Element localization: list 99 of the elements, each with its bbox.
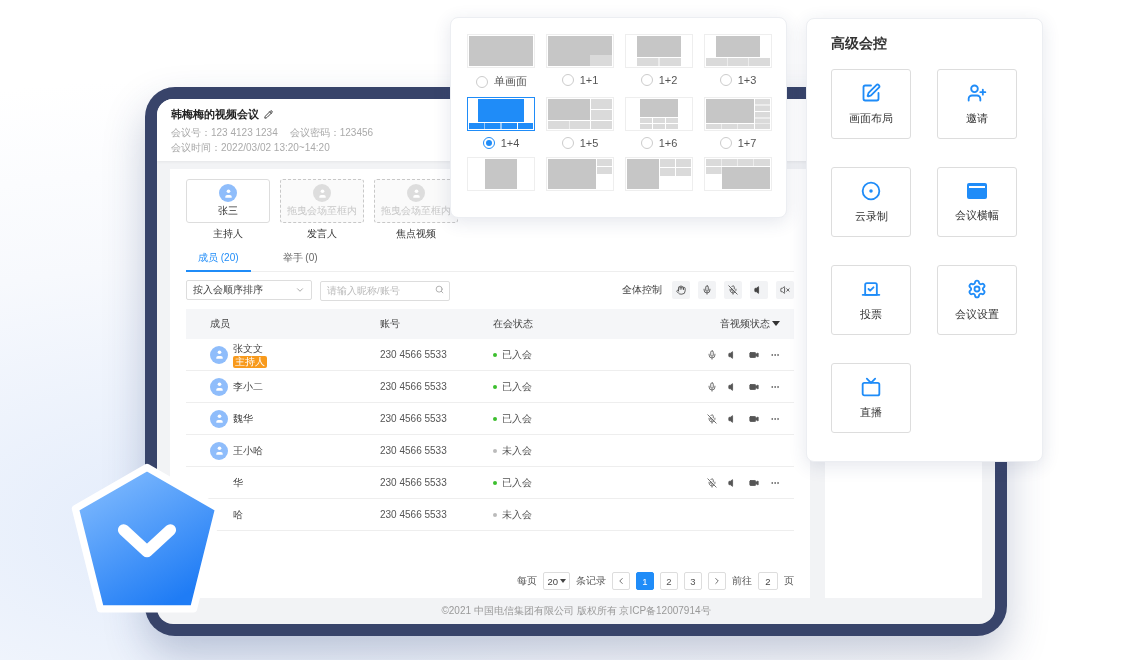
layout-radio[interactable]: 1+5	[561, 137, 599, 149]
copyright-text: ©2021 中国电信集团有限公司 版权所有 京ICP备12007914号	[441, 604, 711, 618]
status-text: 未入会	[502, 443, 532, 458]
layout-radio[interactable]: 1+4	[482, 137, 520, 149]
column-header[interactable]: 音视频状态	[720, 317, 794, 331]
camera-icon[interactable]	[749, 349, 759, 360]
meeting-info: 会议号：123 4123 1234	[171, 126, 278, 140]
layout-radio[interactable]: 1+2	[640, 74, 678, 86]
meeting-info: 会议时间：2022/03/02 13:20~14:20	[171, 141, 330, 155]
chevron-left-icon	[616, 576, 626, 586]
mic-icon	[702, 285, 712, 295]
page-size-select[interactable]: 20	[543, 572, 570, 590]
status-text: 已入会	[502, 347, 532, 362]
speaker-off-icon	[780, 285, 790, 295]
control-tile[interactable]: 会议设置	[937, 265, 1017, 335]
account-cell-text: 230 4566 5533	[380, 509, 448, 520]
sort-select[interactable]: 按入会顺序排序	[186, 280, 312, 300]
layout-radio[interactable]: 1+6	[640, 137, 678, 149]
control-tile[interactable]: 云录制	[831, 167, 911, 237]
seat-label: 发言人	[307, 227, 337, 241]
member-name: 张文文	[233, 341, 263, 356]
avatar-icon	[407, 184, 425, 202]
seat-slot[interactable]: 张三	[186, 179, 270, 223]
status-text: 未入会	[502, 507, 532, 522]
member-name: 华	[233, 475, 243, 490]
mic-off-icon[interactable]	[707, 477, 717, 488]
account-cell-text: 230 4566 5533	[380, 381, 448, 392]
control-tile[interactable]: 会议横幅	[937, 167, 1017, 237]
account-cell-text: 230 4566 5533	[380, 477, 448, 488]
page-button[interactable]: 3	[684, 572, 702, 590]
layout-radio[interactable]: 1+3	[719, 74, 757, 86]
add-user-icon	[967, 82, 987, 103]
mic-icon[interactable]	[707, 349, 717, 360]
mic-off-button[interactable]	[724, 281, 742, 299]
member-name: 李小二	[233, 379, 263, 394]
caret-down-icon	[560, 579, 566, 583]
layout-radio[interactable]: 1+7	[719, 137, 757, 149]
mic-off-icon[interactable]	[707, 413, 717, 424]
mic-off-icon	[728, 285, 738, 295]
chevron-right-icon	[712, 576, 722, 586]
camera-icon[interactable]	[749, 413, 759, 424]
settings-icon	[967, 278, 987, 299]
chevron-down-icon	[295, 285, 305, 295]
avatar-icon	[219, 184, 237, 202]
meeting-title: 韩梅梅的视频会议	[171, 107, 259, 122]
account-cell-text: 230 4566 5533	[380, 445, 448, 456]
status-text: 已入会	[502, 411, 532, 426]
edit-square-icon	[861, 82, 881, 103]
control-tile[interactable]: 画面布局	[831, 69, 911, 139]
meeting-info: 会议密码：123456	[289, 126, 374, 140]
layout-radio[interactable]: 1+1	[561, 74, 599, 86]
account-cell-text: 230 4566 5533	[380, 349, 448, 360]
records-label: 条记录	[576, 574, 606, 588]
avatar-icon	[210, 345, 228, 364]
panel-title: 高级会控	[831, 35, 888, 53]
speaker-button[interactable]	[750, 281, 768, 299]
mic-button[interactable]	[698, 281, 716, 299]
column-header: 成员	[209, 317, 231, 331]
column-header: 在会状态	[493, 317, 534, 331]
seat-label: 焦点视频	[396, 227, 436, 241]
hand-button[interactable]	[672, 281, 690, 299]
account-cell-text: 230 4566 5533	[380, 413, 448, 424]
column-header: 账号	[380, 317, 401, 331]
tv-icon	[861, 376, 881, 397]
caret-down-icon	[772, 321, 780, 327]
search-icon[interactable]	[435, 285, 444, 294]
seat-name: 张三	[218, 204, 238, 218]
member-name: 魏华	[233, 411, 253, 426]
tab[interactable]: 举手 (0)	[270, 247, 330, 272]
status-text: 已入会	[502, 379, 532, 394]
hand-icon	[676, 285, 686, 295]
member-name: 哈	[233, 507, 243, 522]
camera-icon[interactable]	[749, 477, 759, 488]
edit-icon[interactable]	[264, 110, 273, 119]
mic-icon[interactable]	[707, 381, 717, 392]
avatar-icon	[210, 441, 228, 460]
goto-label: 前往	[732, 574, 752, 588]
control-tile[interactable]: 邀请	[937, 69, 1017, 139]
record-icon	[861, 180, 881, 201]
control-tile[interactable]: 投票	[831, 265, 911, 335]
banner-icon	[966, 181, 988, 200]
tab[interactable]: 成员 (20)	[186, 247, 251, 272]
goto-page-field[interactable]: 2	[758, 572, 778, 590]
seat-label: 主持人	[213, 227, 243, 241]
control-tile[interactable]: 直播	[831, 363, 911, 433]
per-page-label: 每页	[517, 574, 538, 588]
page-button[interactable]: 2	[660, 572, 678, 590]
avatar-icon	[210, 409, 228, 428]
speaker-off-button[interactable]	[776, 281, 794, 299]
avatar-icon	[210, 377, 228, 396]
layout-thumbnail-icon[interactable]	[467, 97, 535, 131]
host-tag: 主持人	[233, 355, 267, 368]
member-name: 王小哈	[233, 443, 263, 458]
avatar-icon	[313, 184, 331, 202]
layout-radio[interactable]: 单画面	[475, 74, 527, 89]
page-unit-label: 页	[784, 574, 794, 588]
camera-icon[interactable]	[749, 381, 759, 392]
status-text: 已入会	[502, 475, 532, 490]
all-control-label: 全体控制	[622, 283, 662, 297]
